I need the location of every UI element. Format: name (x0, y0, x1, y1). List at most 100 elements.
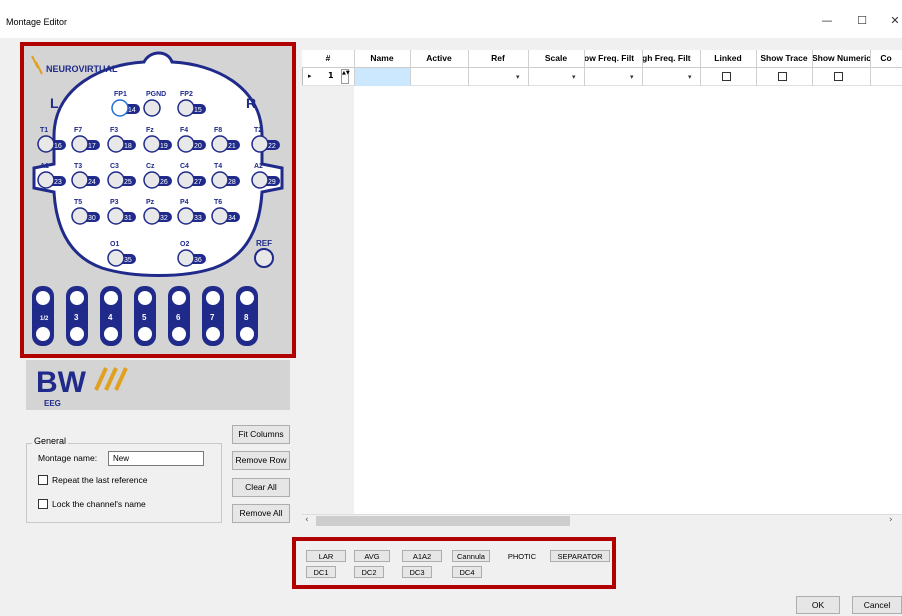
electrode-socket[interactable] (177, 171, 195, 189)
preset-separator-button[interactable]: SEPARATOR (550, 550, 610, 562)
electrode-socket[interactable] (177, 249, 195, 267)
preset-dc1-button[interactable]: DC1 (306, 566, 336, 578)
bipolar-socket[interactable] (206, 327, 220, 341)
bipolar-channel-2[interactable]: 1/2 (32, 286, 54, 346)
column-header[interactable]: gh Freq. Filt (642, 53, 700, 63)
electrode-socket[interactable] (143, 135, 161, 153)
window-title: Montage Editor (6, 17, 68, 27)
column-header[interactable]: ow Freq. Filt (584, 53, 642, 63)
column-divider (756, 50, 757, 86)
fit-columns-button[interactable]: Fit Columns (232, 425, 290, 444)
column-header[interactable]: Co (870, 53, 902, 63)
preset-avg-button[interactable]: AVG (354, 550, 390, 562)
maximize-button[interactable]: ☐ (855, 14, 869, 28)
remove-all-button[interactable]: Remove All (232, 504, 290, 523)
name-cell[interactable] (354, 68, 410, 86)
preset-cannula-button[interactable]: Cannula (452, 550, 490, 562)
electrode-socket[interactable] (251, 135, 269, 153)
channel-grid[interactable] (302, 50, 902, 528)
bipolar-socket[interactable] (70, 327, 84, 341)
grid-checkbox[interactable] (834, 72, 843, 81)
column-header[interactable]: Active (410, 53, 468, 63)
electrode-socket[interactable] (71, 135, 89, 153)
bipolar-channel-5[interactable]: 5 (134, 286, 156, 346)
electrode-socket[interactable] (71, 207, 89, 225)
close-button[interactable]: ✕ (888, 14, 902, 28)
column-header[interactable]: Name (354, 53, 410, 63)
electrode-socket[interactable] (107, 135, 125, 153)
bipolar-channel-7[interactable]: 7 (202, 286, 224, 346)
dropdown-arrow-icon[interactable]: ▾ (688, 73, 695, 81)
bipolar-socket[interactable] (36, 327, 50, 341)
column-header[interactable]: Linked (700, 53, 756, 63)
bipolar-socket[interactable] (36, 291, 50, 305)
electrode-socket[interactable] (177, 99, 195, 117)
electrode-socket[interactable] (177, 135, 195, 153)
column-header[interactable]: Ref (468, 53, 528, 63)
electrode-socket[interactable] (211, 207, 229, 225)
electrode-socket[interactable] (143, 171, 161, 189)
electrode-socket[interactable] (251, 171, 269, 189)
electrode-socket[interactable] (111, 99, 129, 117)
preset-dc4-button[interactable]: DC4 (452, 566, 482, 578)
repeat-reference-checkbox[interactable] (38, 475, 48, 485)
bipolar-socket[interactable] (138, 327, 152, 341)
column-header[interactable]: Show Trace (756, 53, 812, 63)
electrode-socket[interactable] (37, 171, 55, 189)
electrode-socket[interactable] (143, 99, 161, 117)
column-header[interactable]: Scale (528, 53, 584, 63)
preset-lar-button[interactable]: LAR (306, 550, 346, 562)
bipolar-socket[interactable] (104, 327, 118, 341)
column-header[interactable]: Show Numeric (812, 53, 870, 63)
bipolar-socket[interactable] (240, 291, 254, 305)
bipolar-channel-4[interactable]: 4 (100, 286, 122, 346)
cancel-button[interactable]: Cancel (852, 596, 902, 614)
electrode-socket[interactable] (211, 135, 229, 153)
dropdown-arrow-icon[interactable]: ▾ (572, 73, 579, 81)
ok-button[interactable]: OK (796, 596, 840, 614)
scroll-right-icon[interactable]: › (889, 515, 893, 525)
preset-photic-button[interactable]: PHOTIC (502, 550, 542, 562)
remove-row-button[interactable]: Remove Row (232, 451, 290, 470)
electrode-label: C3 (110, 163, 119, 170)
bipolar-socket[interactable] (172, 327, 186, 341)
column-header[interactable]: # (302, 53, 354, 63)
montage-name-input[interactable] (108, 451, 204, 466)
ref-electrode[interactable] (254, 248, 274, 268)
scroll-left-icon[interactable]: ‹ (305, 515, 309, 525)
grid-checkbox[interactable] (722, 72, 731, 81)
row-index-spinner-icon[interactable]: ▲▼ (341, 69, 350, 84)
electrode-label: F7 (74, 127, 82, 134)
grid-checkbox[interactable] (778, 72, 787, 81)
bipolar-socket[interactable] (104, 291, 118, 305)
scrollbar-thumb[interactable] (316, 516, 570, 526)
electrode-socket[interactable] (71, 171, 89, 189)
row-index[interactable]: 1 (328, 71, 334, 80)
bipolar-socket[interactable] (138, 291, 152, 305)
bipolar-socket[interactable] (206, 291, 220, 305)
bipolar-channel-6[interactable]: 6 (168, 286, 190, 346)
electrode-socket[interactable] (107, 249, 125, 267)
electrode-socket[interactable] (37, 135, 55, 153)
dropdown-arrow-icon[interactable]: ▾ (516, 73, 523, 81)
preset-dc3-button[interactable]: DC3 (402, 566, 432, 578)
bipolar-socket[interactable] (172, 291, 186, 305)
minimize-button[interactable]: — (820, 14, 834, 28)
dropdown-arrow-icon[interactable]: ▾ (630, 73, 637, 81)
electrode-socket[interactable] (107, 207, 125, 225)
bipolar-channel-3[interactable]: 3 (66, 286, 88, 346)
electrode-t2[interactable]: T2 22 (251, 127, 280, 153)
lock-channel-checkbox[interactable] (38, 499, 48, 509)
electrode-socket[interactable] (143, 207, 161, 225)
bipolar-socket[interactable] (240, 327, 254, 341)
channel-number: 26 (160, 179, 168, 186)
bipolar-channel-8[interactable]: 8 (236, 286, 258, 346)
electrode-socket[interactable] (211, 171, 229, 189)
column-divider (468, 50, 469, 86)
electrode-socket[interactable] (107, 171, 125, 189)
electrode-socket[interactable] (177, 207, 195, 225)
bipolar-socket[interactable] (70, 291, 84, 305)
clear-all-button[interactable]: Clear All (232, 478, 290, 497)
preset-dc2-button[interactable]: DC2 (354, 566, 384, 578)
preset-a1a2-button[interactable]: A1A2 (402, 550, 442, 562)
